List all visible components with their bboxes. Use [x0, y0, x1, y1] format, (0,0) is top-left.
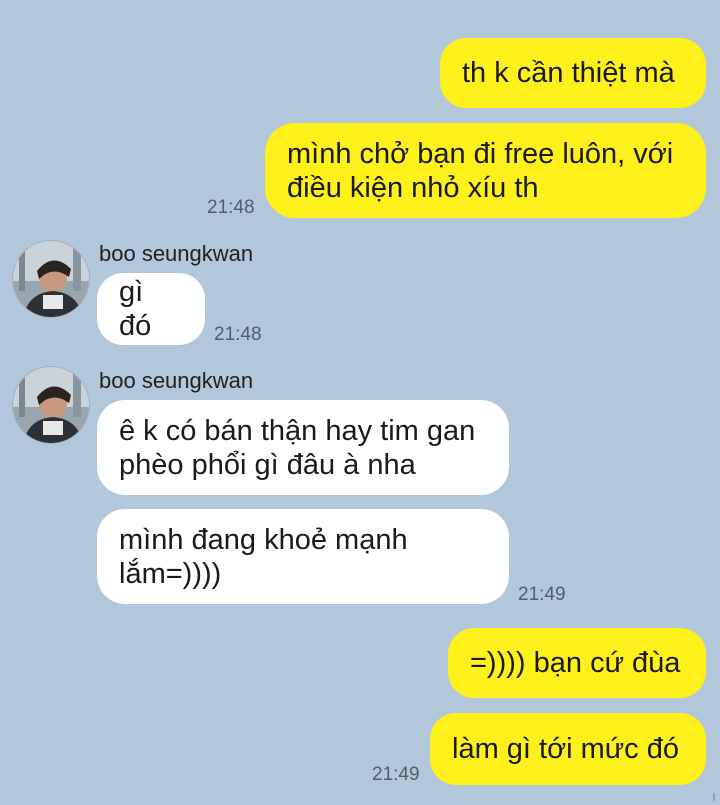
message-text: mình chở bạn đi free luôn, với điều kiện… — [287, 137, 674, 204]
message-text: th k cần thiệt mà — [462, 57, 675, 89]
my-message-bubble[interactable]: mình chở bạn đi free luôn, với điều kiện… — [265, 123, 706, 218]
message-text: =)))) bạn cứ đùa — [470, 647, 681, 679]
my-message-bubble[interactable]: th k cần thiệt mà — [440, 38, 706, 108]
scrollbar-indicator[interactable] — [713, 793, 715, 801]
profile-photo-avatar-icon — [13, 367, 89, 443]
chat-area[interactable]: th k cần thiệt mà mình chở bạn đi free l… — [0, 0, 720, 805]
their-message-bubble[interactable]: gì đó — [97, 273, 205, 345]
my-message-bubble[interactable]: làm gì tới mức đó — [430, 713, 706, 785]
message-timestamp: 21:48 — [214, 324, 262, 345]
profile-photo-avatar-icon — [13, 241, 89, 317]
message-text: mình đang khoẻ mạnh lắm=)))) — [119, 523, 408, 590]
message-text: làm gì tới mức đó — [452, 733, 679, 765]
message-text: gì đó — [119, 276, 152, 342]
message-text: ê k có bán thận hay tim gan phèo phổi gì… — [119, 414, 476, 481]
sender-name: boo seungkwan — [99, 368, 254, 393]
sender-name: boo seungkwan — [99, 241, 254, 266]
my-message-bubble[interactable]: =)))) bạn cứ đùa — [448, 628, 706, 698]
message-timestamp: 21:48 — [207, 197, 255, 218]
contact-avatar[interactable] — [12, 366, 90, 444]
contact-avatar[interactable] — [12, 240, 90, 318]
their-message-bubble[interactable]: mình đang khoẻ mạnh lắm=)))) — [97, 509, 509, 604]
message-timestamp: 21:49 — [518, 584, 566, 605]
their-message-bubble[interactable]: ê k có bán thận hay tim gan phèo phổi gì… — [97, 400, 509, 495]
message-timestamp: 21:49 — [372, 764, 420, 785]
